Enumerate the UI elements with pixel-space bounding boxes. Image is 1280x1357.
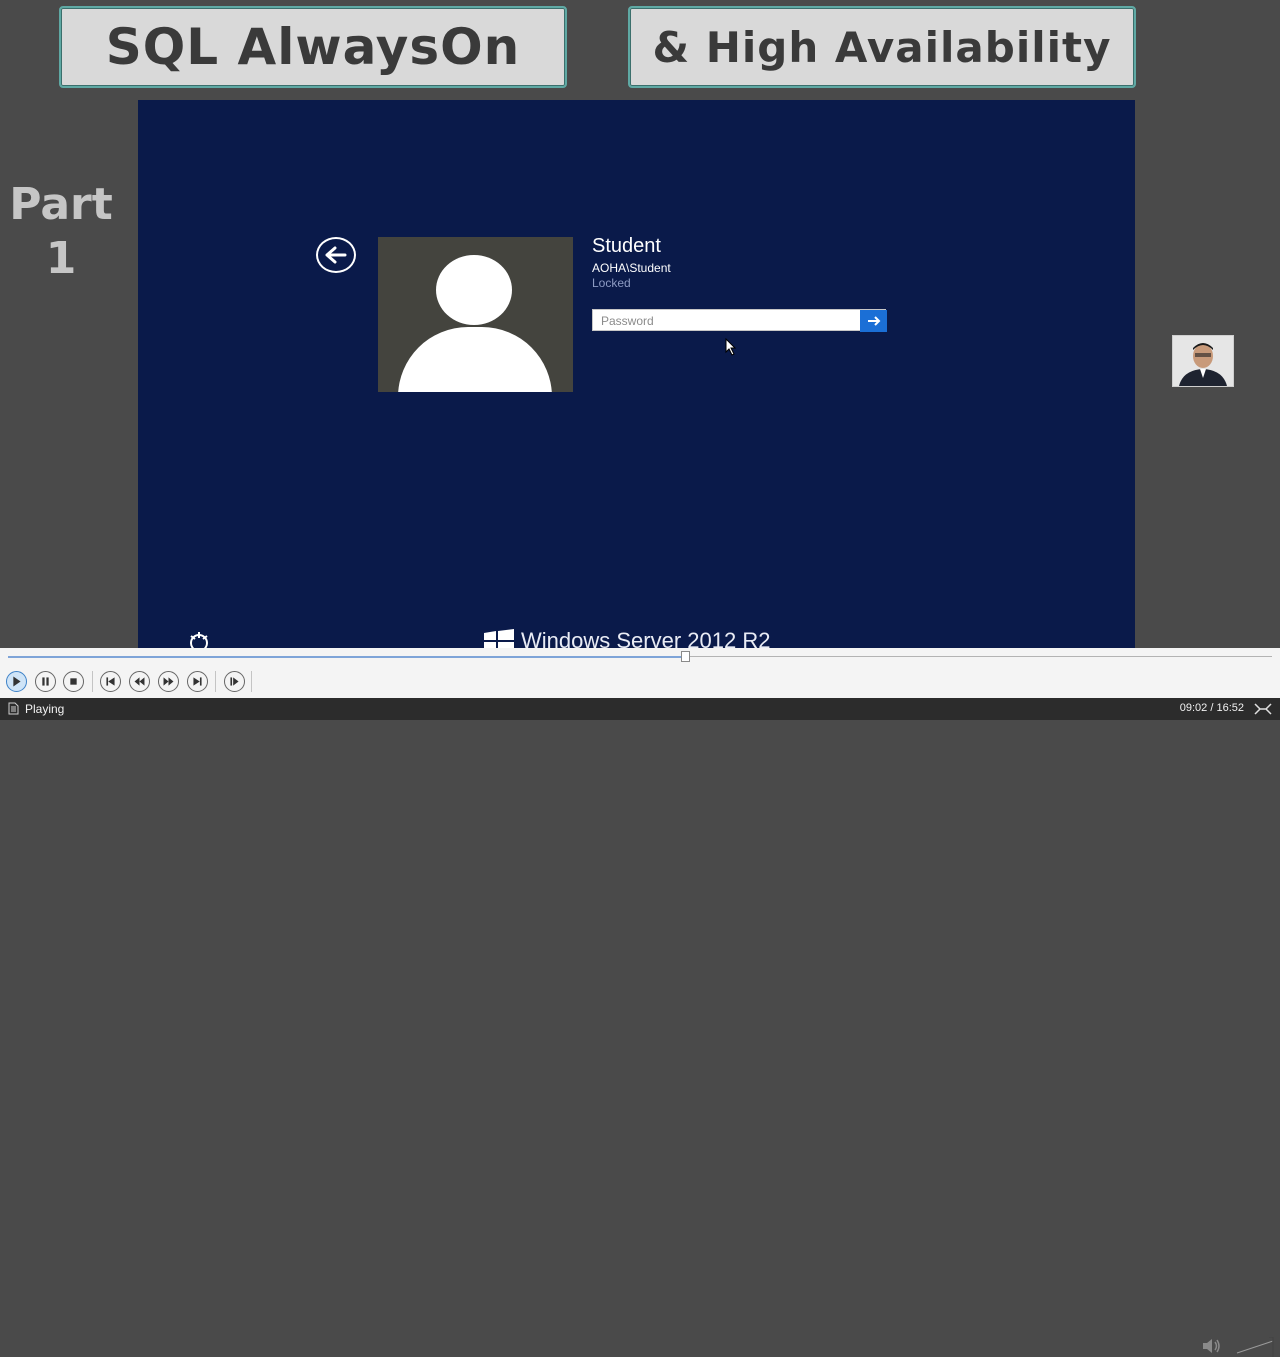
windows-logo-icon	[484, 629, 514, 648]
rewind-icon	[134, 677, 145, 686]
next-button[interactable]	[187, 671, 208, 692]
user-name: Student	[592, 235, 661, 257]
previous-track-icon	[106, 677, 115, 686]
player-controls	[0, 665, 1280, 1357]
avatar-body-shape	[398, 327, 552, 392]
part-label: Part 1	[0, 178, 122, 286]
user-avatar	[378, 237, 573, 392]
seek-handle[interactable]	[680, 651, 690, 662]
play-icon	[13, 676, 21, 687]
seek-bar[interactable]	[0, 648, 1280, 665]
frame-step-button[interactable]	[224, 671, 245, 692]
previous-button[interactable]	[100, 671, 121, 692]
user-status: Locked	[592, 276, 631, 290]
password-input[interactable]: Password	[592, 309, 886, 331]
slide-title-right: & High Availability	[628, 6, 1136, 88]
fast-forward-button[interactable]	[158, 671, 179, 692]
part-number: 1	[45, 233, 77, 284]
windows-server-branding: Windows Server 2012 R2	[483, 628, 770, 648]
video-frame: SQL AlwaysOn & High Availability Part 1 …	[0, 0, 1280, 648]
time-display: 09:02 / 16:52	[1179, 702, 1244, 714]
arrow-left-icon	[325, 246, 347, 264]
part-word: Part	[9, 179, 113, 230]
volume-icon[interactable]	[1201, 1337, 1221, 1355]
pause-button[interactable]	[35, 671, 56, 692]
avatar-head-shape	[436, 255, 512, 325]
frame-step-icon	[230, 677, 239, 686]
next-track-icon	[193, 677, 202, 686]
volume-slider[interactable]	[1235, 1337, 1275, 1357]
seek-progress	[8, 656, 686, 658]
submit-button[interactable]	[860, 310, 887, 332]
brand-text: Windows Server 2012 R2	[521, 628, 771, 648]
presenter-photo-icon	[1173, 336, 1233, 386]
file-icon	[8, 702, 19, 715]
stop-button[interactable]	[63, 671, 84, 692]
rewind-button[interactable]	[129, 671, 150, 692]
user-account: AOHA\Student	[592, 261, 671, 275]
playback-status: Playing	[25, 702, 65, 716]
windows-lock-screen: Student AOHA\Student Locked Password Win…	[138, 100, 1135, 648]
slide-title-left: SQL AlwaysOn	[59, 6, 567, 88]
presenter-thumbnail	[1172, 335, 1234, 387]
ease-of-access-icon[interactable]	[186, 630, 212, 648]
fast-forward-icon	[163, 677, 174, 686]
control-separator	[92, 671, 93, 692]
play-button[interactable]	[6, 671, 27, 692]
stop-icon	[70, 678, 77, 685]
back-button[interactable]	[316, 237, 356, 273]
control-separator	[251, 671, 252, 692]
mouse-cursor-icon	[725, 338, 737, 356]
arrow-right-icon	[867, 316, 880, 326]
control-separator	[215, 671, 216, 692]
status-bar: Playing 09:02 / 16:52	[0, 698, 1280, 720]
toggle-view-icon[interactable]	[1254, 703, 1272, 715]
pause-icon	[42, 677, 49, 686]
